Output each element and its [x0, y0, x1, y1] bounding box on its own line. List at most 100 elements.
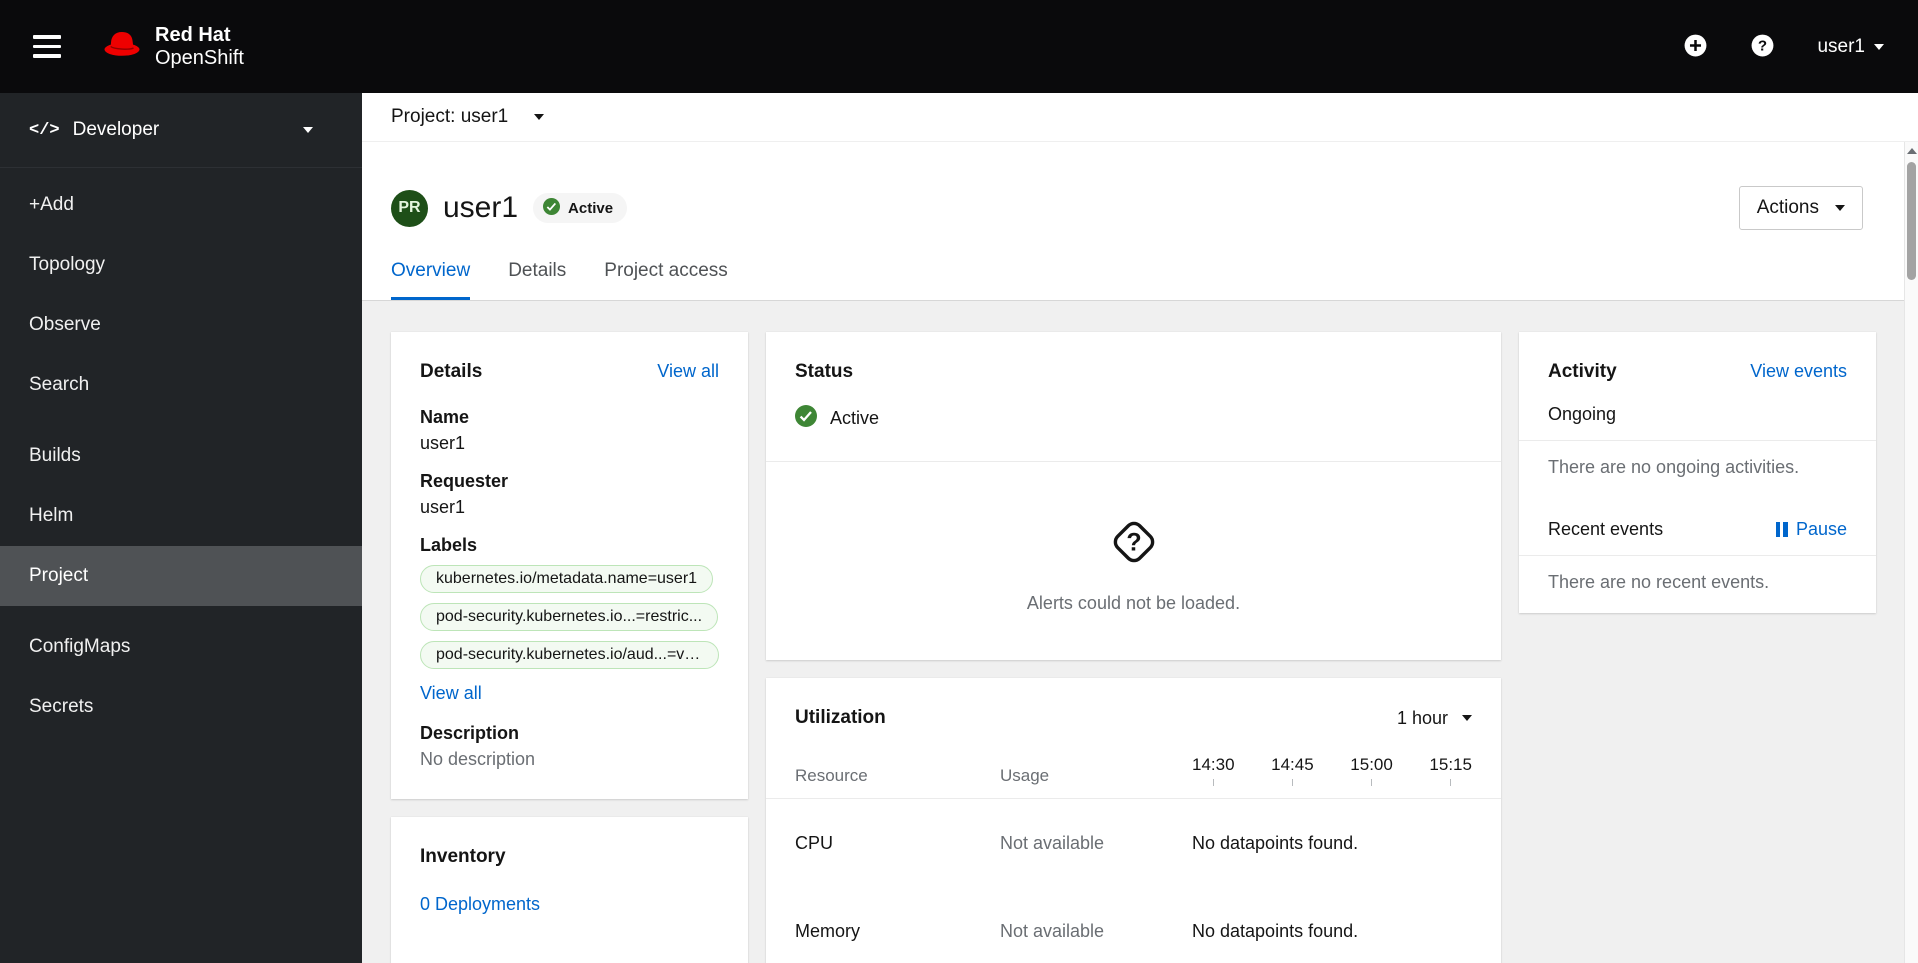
requester-label: Requester: [420, 471, 509, 491]
pause-icon: [1775, 522, 1788, 537]
redhat-fedora-icon: [101, 29, 143, 64]
add-button[interactable]: [1683, 33, 1708, 61]
details-card: Details View all Name user1 Requester us…: [391, 332, 748, 799]
actions-dropdown[interactable]: Actions: [1738, 186, 1863, 230]
sidebar-item-configmaps[interactable]: ConfigMaps: [0, 617, 362, 677]
resource-datapoints: No datapoints found.: [1192, 920, 1359, 941]
project-status-text: Active: [830, 408, 880, 428]
time-tick: 15:00: [1350, 755, 1393, 786]
tab-overview[interactable]: Overview: [391, 260, 471, 300]
duration-select[interactable]: 1 hour: [1397, 708, 1472, 729]
nav-toggle-hamburger-icon[interactable]: [29, 29, 65, 64]
ongoing-section-header: Ongoing: [1519, 383, 1876, 440]
recent-events-empty-text: There are no recent events.: [1548, 572, 1770, 592]
description-value: No description: [420, 749, 536, 769]
tab-project-access[interactable]: Project access: [604, 260, 728, 300]
deployments-link[interactable]: 0 Deployments: [420, 894, 540, 915]
utilization-row-memory: Memory Not available No datapoints found…: [766, 887, 1501, 963]
actions-label: Actions: [1756, 197, 1819, 218]
tabs: Overview Details Project access: [362, 230, 1918, 301]
title-row: PR user1 Active Actions: [362, 142, 1918, 230]
check-circle-icon: [795, 405, 817, 432]
scroll-up-arrow-icon[interactable]: [1906, 148, 1917, 154]
sidebar-item-observe[interactable]: Observe: [0, 295, 362, 355]
view-events-link[interactable]: View events: [1750, 361, 1847, 382]
description-label: Description: [420, 723, 520, 743]
utilization-header-row: Resource Usage 14:30 14:45 15:00 15:15: [766, 729, 1501, 798]
label-chip: pod-security.kubernetes.io/aud...=v1...: [420, 641, 719, 669]
project-bar: Project: user1: [362, 93, 1918, 142]
activity-card: Activity View events Ongoing There are n…: [1519, 332, 1876, 613]
recent-events-label: Recent events: [1548, 519, 1664, 539]
activity-card-title: Activity: [1548, 361, 1617, 382]
project-resource-badge: PR: [391, 189, 428, 227]
sidebar: </> Developer +Add Topology Observe Sear…: [0, 93, 362, 963]
dashboard-grid: Details View all Name user1 Requester us…: [391, 332, 1876, 963]
time-tick: 14:45: [1271, 755, 1314, 786]
ongoing-empty-text: There are no ongoing activities.: [1548, 457, 1800, 477]
sidebar-item-add[interactable]: +Add: [0, 175, 362, 235]
resource-usage: Not available: [1000, 832, 1105, 853]
openshift-console: Red Hat OpenShift ? user1 </> Developer …: [0, 0, 1918, 963]
user-menu-label: user1: [1817, 35, 1865, 57]
masthead-toolbar: ? user1: [1683, 33, 1884, 61]
user-menu[interactable]: user1: [1817, 36, 1884, 58]
project-status-row: Active: [766, 383, 1501, 461]
overview-content: Details View all Name user1 Requester us…: [362, 301, 1918, 963]
name-value: user1: [420, 433, 466, 453]
details-card-title: Details: [420, 361, 483, 382]
utilization-row-cpu: CPU Not available No datapoints found.: [766, 799, 1501, 887]
labels-list: kubernetes.io/metadata.name=user1 pod-se…: [420, 565, 719, 669]
brand-line2: OpenShift: [155, 46, 244, 69]
pause-label: Pause: [1795, 519, 1847, 539]
status-badge-label: Active: [568, 199, 614, 217]
inventory-card-title: Inventory: [420, 846, 506, 867]
sidebar-item-project[interactable]: Project: [0, 546, 362, 606]
details-view-all-link[interactable]: View all: [657, 361, 719, 382]
code-icon: </>: [29, 120, 60, 140]
masthead: Red Hat OpenShift ? user1: [0, 0, 1918, 93]
scrollbar-track[interactable]: [1904, 142, 1918, 963]
caret-down-icon: [303, 127, 313, 133]
status-card-title: Status: [795, 361, 854, 382]
scrollbar-thumb[interactable]: [1907, 162, 1916, 280]
requester-value: user1: [420, 497, 466, 517]
sidebar-nav: +Add Topology Observe Search Builds Helm…: [0, 168, 362, 737]
brand-logo[interactable]: Red Hat OpenShift: [101, 24, 244, 69]
svg-text:?: ?: [1758, 37, 1767, 54]
tab-details[interactable]: Details: [508, 260, 566, 300]
resource-name: Memory: [795, 920, 861, 941]
labels-view-all-link[interactable]: View all: [420, 683, 482, 704]
brand-text: Red Hat OpenShift: [155, 24, 244, 69]
unknown-question-icon: ?: [1106, 514, 1162, 575]
resource-usage: Not available: [1000, 920, 1105, 941]
scroll-region: PR user1 Active Actions Overview Details…: [362, 142, 1918, 963]
right-column: Activity View events Ongoing There are n…: [1519, 332, 1876, 613]
project-selector[interactable]: Project: user1: [391, 106, 545, 128]
ongoing-label: Ongoing: [1548, 404, 1617, 424]
label-chip: pod-security.kubernetes.io...=restric...: [420, 603, 719, 631]
sidebar-item-builds[interactable]: Builds: [0, 426, 362, 486]
resource-name: CPU: [795, 832, 834, 853]
page-title: user1: [443, 191, 519, 224]
usage-column-header: Usage: [1000, 766, 1050, 785]
time-tick: 14:30: [1192, 755, 1235, 786]
duration-value: 1 hour: [1396, 707, 1448, 728]
sidebar-item-search[interactable]: Search: [0, 355, 362, 415]
inventory-card: Inventory 0 Deployments: [391, 817, 748, 963]
pause-events-button[interactable]: Pause: [1775, 519, 1847, 540]
shell: </> Developer +Add Topology Observe Sear…: [0, 93, 1918, 963]
time-tick: 15:15: [1429, 755, 1472, 786]
caret-down-icon: [1874, 43, 1884, 50]
sidebar-item-secrets[interactable]: Secrets: [0, 677, 362, 737]
details-body: Name user1 Requester user1 Labels kubern…: [391, 383, 748, 799]
sidebar-item-topology[interactable]: Topology: [0, 235, 362, 295]
perspective-switcher[interactable]: </> Developer: [0, 93, 362, 168]
alerts-empty-state: ? Alerts could not be loaded.: [766, 462, 1501, 660]
sidebar-item-helm[interactable]: Helm: [0, 486, 362, 546]
page-header: PR user1 Active Actions Overview Details…: [362, 142, 1918, 301]
brand-line1: Red Hat: [155, 24, 231, 47]
help-button[interactable]: ?: [1750, 33, 1775, 61]
left-column: Details View all Name user1 Requester us…: [391, 332, 748, 963]
svg-text:?: ?: [1126, 529, 1141, 557]
